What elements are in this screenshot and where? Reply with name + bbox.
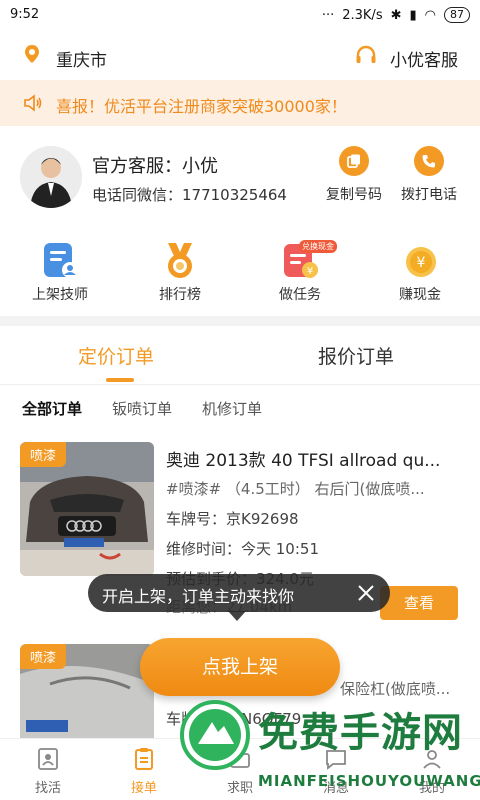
person-avatar-icon [20, 146, 82, 208]
tooltip-text: 开启上架，订单主动来找你 [102, 587, 295, 606]
order-tag: 喷漆 [20, 442, 67, 467]
phone-icon [422, 155, 435, 168]
tab-fixed-price-orders[interactable]: 定价订单 [78, 342, 154, 369]
watermark-subtitle: MIANFEISHOUYOUWANG [258, 772, 480, 790]
customer-service-link[interactable]: 小优客服 [390, 46, 458, 71]
action-ranking-label: 排行榜 [159, 287, 201, 303]
wifi-icon: ◠ [424, 7, 436, 23]
notice-banner: 喜报！优活平台注册商家突破30000家！ [0, 80, 480, 126]
tab-divider [0, 384, 480, 385]
copy-number-button[interactable] [339, 146, 369, 176]
nav-find-work[interactable]: 找活 [0, 739, 96, 800]
go-online-button[interactable]: 点我上架 [140, 638, 340, 696]
app-screen: 9:52 ··· 2.3K/s ✱ ▮ ◠ 87 重庆市 小优客服 喜报！优活平… [0, 0, 480, 800]
task-badge: 兑换现金 [299, 240, 337, 253]
watermark-title: 免费手游网 [258, 710, 463, 756]
contact-phone: 电话同微信：17710325464 [92, 186, 287, 204]
nav-take-orders[interactable]: 接单 [96, 739, 192, 800]
dots-icon: ··· [321, 7, 335, 23]
coin-icon: ¥ [406, 247, 436, 277]
copy-icon [347, 154, 360, 168]
status-time: 9:52 [10, 7, 40, 22]
network-speed: 2.3K/s [342, 7, 383, 23]
headset-icon[interactable] [354, 44, 378, 68]
signal-icon: ▮ [409, 7, 417, 23]
location-pin-icon [25, 45, 39, 63]
status-bar: 9:52 ··· 2.3K/s ✱ ▮ ◠ 87 [0, 0, 480, 32]
city-selector[interactable]: 重庆市 [56, 46, 107, 71]
tab-quote-orders[interactable]: 报价订单 [318, 342, 394, 369]
svg-text:¥: ¥ [307, 266, 313, 277]
top-header: 重庆市 小优客服 [0, 32, 480, 80]
clipboard-icon [135, 748, 153, 770]
status-icons: ··· 2.3K/s ✱ ▮ ◠ 87 [322, 7, 470, 23]
subtab-body-paint-orders[interactable]: 钣喷订单 [112, 398, 172, 419]
battery-icon: 87 [444, 7, 470, 23]
order-tag: 喷漆 [20, 644, 67, 669]
order-title: 奥迪 2013款 40 TFSI allroad qu... [166, 451, 441, 471]
bluetooth-icon: ✱ [390, 7, 402, 23]
call-label[interactable]: 拨打电话 [389, 184, 469, 204]
profile-card-icon [38, 748, 58, 770]
active-tab-indicator [106, 378, 134, 382]
order-photo: 喷漆 [20, 442, 154, 576]
call-button[interactable] [414, 146, 444, 176]
notice-text: 喜报！优活平台注册商家突破30000家！ [56, 97, 347, 116]
order-description: #喷漆# （4.5工时） 右后门(做底喷... [166, 480, 425, 498]
speaker-icon [24, 94, 42, 112]
nav-find-work-label: 找活 [34, 781, 61, 796]
nav-take-orders-label: 接单 [130, 781, 157, 796]
order-time: 维修时间：今天 10:51 [166, 540, 319, 558]
avatar [20, 146, 82, 208]
watermark-logo-icon [189, 709, 241, 761]
copy-number-label[interactable]: 复制号码 [314, 184, 394, 204]
svg-text:¥: ¥ [417, 255, 426, 271]
order-plate: 车牌号：京K92698 [166, 510, 299, 528]
action-task-label: 做任务 [279, 287, 321, 303]
tooltip-arrow [228, 611, 246, 621]
contact-name: 官方客服：小优 [92, 156, 218, 177]
action-technician[interactable]: 上架技师 [15, 240, 105, 304]
close-icon[interactable] [356, 583, 376, 603]
section-divider [0, 316, 480, 326]
listing-tooltip: 开启上架，订单主动来找你 [88, 574, 390, 612]
action-task[interactable]: ¥ 兑换现金 做任务 [255, 240, 345, 304]
order-description: 保险杠(做底喷... [340, 680, 451, 698]
ranking-medal-icon [168, 243, 192, 278]
technician-icon [44, 243, 78, 278]
action-earn-label: 赚现金 [399, 287, 441, 303]
action-earn[interactable]: ¥ 赚现金 [375, 240, 465, 304]
action-technician-label: 上架技师 [32, 287, 88, 303]
subtab-all-orders[interactable]: 全部订单 [22, 398, 82, 419]
watermark-logo [180, 700, 250, 770]
action-ranking[interactable]: 排行榜 [135, 240, 225, 304]
view-order-button[interactable]: 查看 [380, 586, 458, 620]
subtab-repair-orders[interactable]: 机修订单 [202, 398, 262, 419]
